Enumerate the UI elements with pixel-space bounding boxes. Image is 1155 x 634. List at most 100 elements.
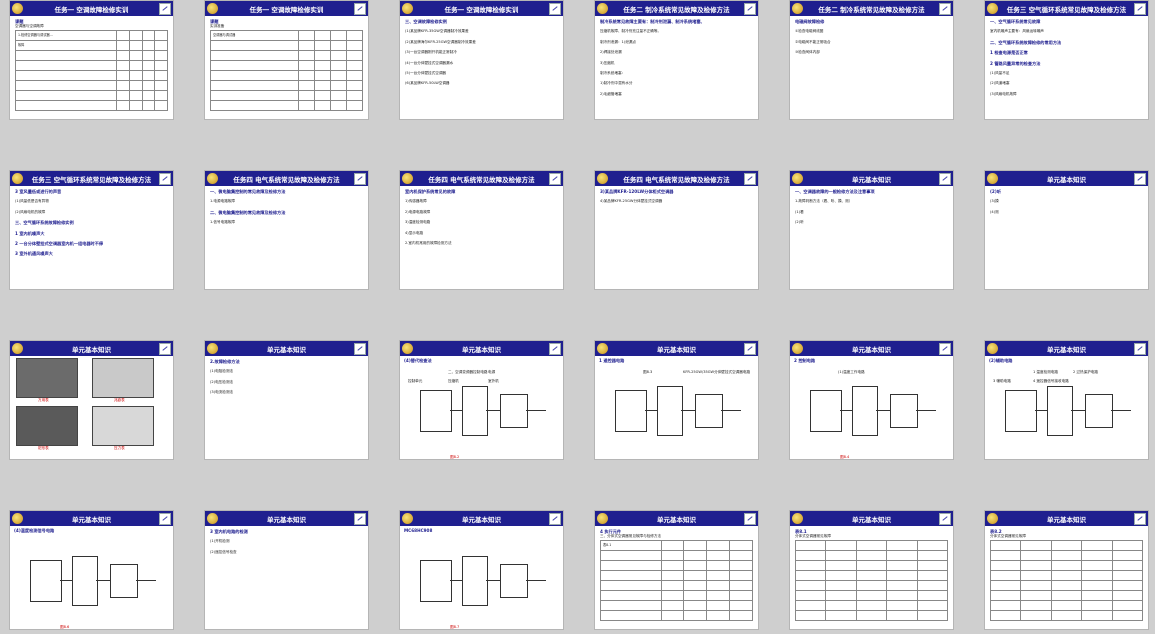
slide-thumbnail[interactable]: 任务四 电气系统常见故障及检修方法一、微电脑集控制的常见故障及检修方法 1.电源电… <box>204 170 369 290</box>
slide-table: 表8.1 <box>600 539 753 621</box>
circuit-wire <box>1111 410 1131 411</box>
slide-text-line: 二、空调变频器控制电路 <box>448 370 488 374</box>
slide-thumbnail[interactable]: 任务二 制冷系统常见故障及检修方法 制冷系统常见故障主要有：制冷剂泄漏、制冷系统堵… <box>594 0 759 120</box>
table-cell <box>1020 539 1052 551</box>
table-cell <box>1050 589 1083 601</box>
table-cell <box>794 569 827 581</box>
table-cell <box>313 99 331 111</box>
text-spacer <box>210 226 363 231</box>
table-cell <box>916 539 949 551</box>
slide-body: 表8.1 分体式空调器常见故障 <box>790 526 953 624</box>
slide-thumbnail[interactable]: 任务三 空气循环系统常见故障及检修方法 一、空气循环系统常见故障 室内机噪声主要有：… <box>984 0 1149 120</box>
slide-title-text: 任务四 电气系统常见故障及检修方法 <box>233 175 340 184</box>
slide-thumbnail[interactable]: 任务一 空调故障检修实训 课题 实训准备 空调器与调试器 <box>204 0 369 120</box>
slide-thumbnail[interactable]: 任务四 电气系统常见故障及检修方法 室内机保护系统常见的故障 1)传感器故障 2)电源… <box>399 170 564 290</box>
table-cell <box>683 539 708 551</box>
circuit-block <box>890 394 918 428</box>
slide-title: 任务三 空气循环系统常见故障及检修方法 <box>10 171 173 186</box>
instrument-photo <box>16 358 78 398</box>
slide-thumbnail[interactable]: 任务四 电气系统常见故障及检修方法 3)某品牌KFR-120LW分体柜式空调器 4)… <box>594 170 759 290</box>
slide-text-line: 图8.4 <box>840 454 850 459</box>
slide-thumbnail[interactable]: 单元基本知识 3 室内机电路的检测 (1)开机检测 (2)遥控信号检查 <box>204 510 369 630</box>
table-cell <box>600 579 662 591</box>
table-cell <box>683 599 708 611</box>
slide-thumbnail[interactable]: 单元基本知识 4 执行元件 三、分体式空调器常见故障与检修方法 表8.1 <box>594 510 759 630</box>
table-cell <box>729 539 753 551</box>
slide-title-text: 任务三 空气循环系统常见故障及检修方法 <box>31 175 152 184</box>
table-cell <box>825 559 857 571</box>
slide-thumbnail[interactable]: 任务一 空调故障检修实训 三、空调故障检修实例 (1)某品牌KFR-35GW空调器制… <box>399 0 564 120</box>
table-cell <box>345 89 364 101</box>
corner-pen-icon <box>549 513 561 525</box>
circuit-block <box>30 560 62 602</box>
table-cell <box>989 579 1022 591</box>
circuit-wire <box>916 410 936 411</box>
table-cell <box>154 49 168 61</box>
slide-thumbnail[interactable]: 单元基本知识 2.故障检修方法 (1)电阻检测法 (2)电压检测法 (3)电流检测法 <box>204 340 369 460</box>
slide-title-text: 单元基本知识 <box>462 515 501 524</box>
table-cell <box>345 59 364 71</box>
table-cell <box>128 29 143 41</box>
table-cell <box>886 549 918 561</box>
slide-body: 一、微电脑集控制的常见故障及检修方法 1.电源电路故障 二、微电脑集控制的常见故障及… <box>205 186 368 234</box>
table-cell <box>345 69 364 81</box>
slide-thumbnail[interactable]: 任务三 空气循环系统常见故障及检修方法 3 室风量低或进行的声音 (1)风量低是否有… <box>9 170 174 290</box>
text-spacer <box>990 97 1143 102</box>
table-cell <box>210 89 299 101</box>
slide-thumbnail[interactable]: 单元基本知识 1 遥控器电路 图8.3 KFR-25GW/35GW分体壁挂式空调器电路 <box>594 340 759 460</box>
table-cell <box>154 29 168 41</box>
table-cell <box>1081 589 1113 601</box>
slide-text-line: 1 遥控器电路 <box>599 358 625 363</box>
slide-thumbnail[interactable]: 任务一 空调故障检修实训 课题 空调器与空调故障 1.检修空调器与调试器... 故障 <box>9 0 174 120</box>
table-cell: 故障 <box>14 39 118 51</box>
table-cell <box>989 569 1022 581</box>
slide-thumbnail[interactable]: 单元基本知识 万用表 兆欧表 钳形表 压力表 <box>9 340 174 460</box>
table-cell <box>855 539 888 551</box>
circuit-wire <box>526 580 546 581</box>
slide-thumbnail[interactable]: 单元基本知识 表8.1 分体式空调器常见故障 <box>789 510 954 630</box>
slide-thumbnail[interactable]: 任务二 制冷系统常见故障及检修方法 电磁阀故障检修 ①检查电磁阀线圈 ②电磁阀不能正常… <box>789 0 954 120</box>
table-cell <box>729 569 753 581</box>
slide-table <box>989 539 1144 621</box>
table-cell <box>154 59 168 71</box>
slide-table: 空调器与调试器 <box>210 29 364 111</box>
circuit-block <box>110 564 138 598</box>
slide-title: 单元基本知识 <box>790 341 953 356</box>
slide-thumbnail[interactable]: 单元基本知识 MC68HC908 图8.7 <box>399 510 564 630</box>
table-cell <box>600 549 662 561</box>
table-cell <box>1111 589 1144 601</box>
school-logo-icon <box>597 173 608 184</box>
table-cell <box>329 39 347 51</box>
table-cell <box>128 79 143 91</box>
slide-thumbnail[interactable]: 单元基本知识 (4)温度检测信号电路 图8.6 <box>9 510 174 630</box>
circuit-block <box>72 556 98 606</box>
school-logo-icon <box>792 3 803 14</box>
table-cell <box>297 79 315 91</box>
table-cell <box>141 69 156 81</box>
table-cell <box>1020 599 1052 611</box>
slide-thumbnail[interactable]: 单元基本知识 (2)听 (3)摸 (4)测 <box>984 170 1149 290</box>
table-cell <box>886 569 918 581</box>
table-cell <box>794 599 827 611</box>
table-cell <box>154 99 168 111</box>
table-cell <box>706 599 731 611</box>
text-spacer <box>405 246 558 251</box>
table-cell <box>706 549 731 561</box>
slide-thumbnail[interactable]: 单元基本知识 2 控制电路 (1)温度工作电路 图8.4 <box>789 340 954 460</box>
slide-text-line: 1 温度检测电路 <box>1033 370 1058 374</box>
table-cell <box>916 569 949 581</box>
slide-thumbnail[interactable]: 单元基本知识 (2)辅助电路 1 温度检测电路 2 过热保护电路 3 辅助电路 4 遥控器… <box>984 340 1149 460</box>
school-logo-icon <box>792 343 803 354</box>
table-cell <box>14 89 118 101</box>
table-cell <box>600 569 662 581</box>
table-cell <box>825 589 857 601</box>
table-cell <box>329 29 347 41</box>
table-cell <box>729 549 753 561</box>
table-cell <box>141 29 156 41</box>
slide-thumbnail[interactable]: 单元基本知识 表8.2 分体式空调器常见故障 <box>984 510 1149 630</box>
table-cell <box>855 599 888 611</box>
school-logo-icon <box>12 173 23 184</box>
slide-thumbnail[interactable]: 单元基本知识 一、空调器故障的一般检修方法及注意事项 1.故障判断方法（看、听、摸、… <box>789 170 954 290</box>
slide-thumbnail[interactable]: 单元基本知识 (4)替代检查法 二、空调变频器控制电路 电源 控制单元 压缩机 室外机 图8.… <box>399 340 564 460</box>
slide-body: 表8.2 分体式空调器常见故障 <box>985 526 1148 624</box>
